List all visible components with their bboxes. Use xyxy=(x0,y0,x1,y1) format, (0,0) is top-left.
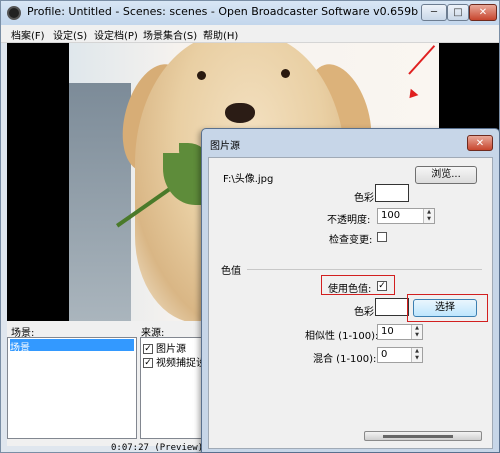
spinner-arrows-icon[interactable]: ▲ ▼ xyxy=(423,209,434,223)
spinner-arrows-icon[interactable]: ▲ ▼ xyxy=(411,325,422,339)
dog-eye-right xyxy=(281,69,290,78)
menu-profiles[interactable]: 设定档(P) xyxy=(94,27,138,42)
source-visible-checkbox[interactable]: ✓ xyxy=(143,358,153,368)
scrollbar-thumb[interactable] xyxy=(364,431,482,441)
opacity-label: 不透明度: xyxy=(327,215,371,226)
window-title: Profile: Untitled - Scenes: scenes - Ope… xyxy=(27,5,419,18)
source-item[interactable]: ✓ 图片源 xyxy=(143,340,186,355)
menu-help[interactable]: 帮助(H) xyxy=(203,27,238,42)
source-item[interactable]: ✓ 视频捕捉设 xyxy=(143,354,206,369)
sources-list[interactable]: ✓ 图片源 ✓ 视频捕捉设 xyxy=(140,337,210,439)
maximize-button[interactable]: □ xyxy=(447,4,469,21)
blend-input[interactable]: 0 ▲ ▼ xyxy=(377,347,423,363)
menu-scene-collection[interactable]: 场景集合(S) xyxy=(143,27,197,42)
dog-nose xyxy=(225,103,255,123)
source-item-label: 视频捕捉设 xyxy=(156,358,206,369)
background-window-image xyxy=(69,83,131,321)
close-button[interactable]: ✕ xyxy=(469,4,497,21)
obs-app-icon xyxy=(7,6,21,20)
spinner-arrows-icon[interactable]: ▲ ▼ xyxy=(411,348,422,362)
annotation-arrow xyxy=(408,45,436,75)
group-divider xyxy=(247,269,482,270)
dialog-body: F:\头像.jpg 浏览... 色彩 不透明度: 100 ▲ ▼ 检查变更: 色值… xyxy=(208,157,493,449)
dialog-close-button[interactable]: ✕ xyxy=(467,135,493,151)
color-swatch[interactable] xyxy=(375,184,409,202)
status-time: 0:07:27 (Preview) xyxy=(111,443,204,453)
use-color-key-label: 使用色值: xyxy=(328,284,372,295)
key-color-label: 色彩 xyxy=(354,307,374,318)
select-color-button[interactable]: 选择 xyxy=(413,299,477,317)
menu-file[interactable]: 档案(F) xyxy=(11,27,45,42)
menu-bar: 档案(F) 设定(S) 设定档(P) 场景集合(S) 帮助(H) xyxy=(1,25,499,43)
similarity-input[interactable]: 10 ▲ ▼ xyxy=(377,324,423,340)
annotation-arrowhead xyxy=(405,88,419,102)
grip-icon xyxy=(383,435,453,438)
opacity-value: 100 xyxy=(381,210,401,221)
scene-item[interactable]: 场景 xyxy=(10,339,134,354)
use-color-key-checkbox[interactable]: ✓ xyxy=(377,281,387,291)
bottom-panel: 场景: 来源: 场景 ✓ 图片源 ✓ 视频捕捉设 xyxy=(7,321,210,446)
source-visible-checkbox[interactable]: ✓ xyxy=(143,344,153,354)
scenes-list[interactable]: 场景 xyxy=(7,337,137,439)
dialog-title: 图片源 xyxy=(210,141,240,152)
menu-settings[interactable]: 设定(S) xyxy=(53,27,87,42)
browse-button[interactable]: 浏览... xyxy=(415,166,477,184)
dog-eye-left xyxy=(197,71,206,80)
title-bar[interactable]: Profile: Untitled - Scenes: scenes - Ope… xyxy=(1,1,499,25)
monitor-changes-checkbox[interactable] xyxy=(377,232,387,242)
monitor-changes-label: 检查变更: xyxy=(329,235,373,246)
similarity-value: 10 xyxy=(381,326,394,337)
key-color-swatch[interactable] xyxy=(375,298,409,316)
similarity-label: 相似性 (1-100): xyxy=(305,331,379,342)
color-key-group-title: 色值 xyxy=(221,266,241,277)
color-label: 色彩 xyxy=(354,193,374,204)
blend-value: 0 xyxy=(381,349,388,360)
image-source-dialog: 图片源 ✕ F:\头像.jpg 浏览... 色彩 不透明度: 100 ▲ ▼ 检查… xyxy=(201,128,500,453)
opacity-input[interactable]: 100 ▲ ▼ xyxy=(377,208,435,224)
minimize-button[interactable]: ─ xyxy=(421,4,447,21)
blend-label: 混合 (1-100): xyxy=(313,354,377,365)
